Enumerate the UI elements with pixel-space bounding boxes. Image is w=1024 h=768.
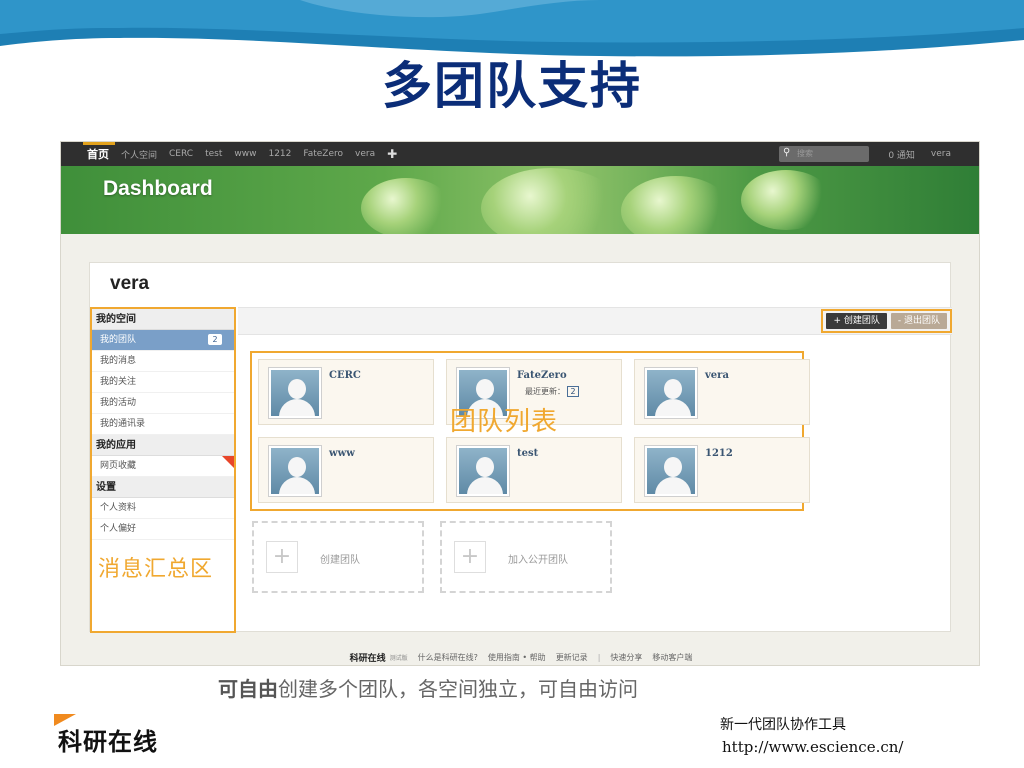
team-recent-updates: 最近更新： 2	[525, 386, 579, 397]
recent-update-count[interactable]: 2	[567, 386, 579, 397]
footer-beta-label: 测试版	[389, 654, 408, 662]
team-card-test[interactable]: test	[446, 437, 622, 503]
team-toolbar: + 创建团队 - 退出团队	[238, 307, 952, 335]
escience-logo: 科研在线	[54, 714, 194, 756]
nav-team-test[interactable]: test	[205, 149, 222, 159]
create-team-button[interactable]: + 创建团队	[826, 313, 887, 329]
sidebar-item-label: 网页收藏	[100, 461, 137, 471]
sidebar-item-my-activity[interactable]: 我的活动	[92, 393, 234, 414]
dashboard-panel: vera 我的空间 我的团队 2 我的消息 我的关注 我的活动 我的通讯录 我的…	[89, 262, 952, 633]
nav-team-cerc[interactable]: CERC	[169, 149, 193, 159]
sidebar-item-profile[interactable]: 个人资料	[92, 498, 234, 519]
slide-caption: 可自由创建多个团队，各空间独立，可自由访问	[218, 673, 638, 702]
banner-leaf-decoration	[741, 170, 831, 230]
banner-leaf-decoration	[361, 178, 451, 234]
footer-separator: |	[597, 652, 601, 662]
tagline: 新一代团队协作工具	[720, 717, 846, 733]
plus-icon[interactable]: ✚	[387, 147, 397, 161]
user-menu[interactable]: vera	[931, 149, 951, 159]
team-name[interactable]: FateZero	[517, 370, 567, 381]
nav-team-fatezero[interactable]: FateZero	[303, 149, 343, 159]
team-avatar-icon	[269, 368, 321, 418]
join-team-label: 加入公开团队	[508, 555, 568, 566]
team-card-cerc[interactable]: CERC	[258, 359, 434, 425]
recent-update-label: 最近更新：	[525, 387, 565, 396]
caption-emphasis: 可自由	[218, 677, 278, 701]
team-name[interactable]: test	[517, 448, 538, 459]
banner-leaf-decoration	[481, 168, 621, 234]
sidebar-heading-my-space: 我的空间	[92, 309, 234, 330]
profile-name: vera	[110, 273, 150, 294]
sidebar-item-label: 我的团队	[100, 335, 137, 345]
slide: 多团队支持 首页 个人空间 CERC test www 1212 FateZer…	[0, 0, 1024, 768]
toolbar-buttons: + 创建团队 - 退出团队	[821, 309, 952, 333]
app-screenshot: 首页 个人空间 CERC test www 1212 FateZero vera…	[60, 141, 980, 666]
nav-right: 0 通知 vera	[888, 142, 951, 166]
leave-team-button[interactable]: - 退出团队	[890, 313, 947, 329]
search-input[interactable]: ⚲ 搜索	[779, 146, 869, 162]
team-name[interactable]: vera	[705, 370, 729, 381]
plus-icon: +	[266, 541, 298, 573]
message-area-annotation: 消息汇总区	[98, 557, 214, 582]
dashboard-banner: Dashboard	[61, 166, 979, 234]
caption-text: 创建多个团队，各空间独立，可自由访问	[278, 677, 638, 701]
team-avatar-icon	[269, 446, 321, 496]
sidebar-item-bookmarks[interactable]: 网页收藏	[92, 456, 234, 477]
footer-link-mobile[interactable]: 移动客户端	[652, 652, 692, 663]
sidebar-item-my-contacts[interactable]: 我的通讯录	[92, 414, 234, 435]
sidebar-heading-my-apps: 我的应用	[92, 435, 234, 456]
slide-title: 多团队支持	[382, 57, 642, 115]
nav-team-1212[interactable]: 1212	[268, 149, 291, 159]
footer-link-guide[interactable]: 使用指南 • 帮助	[488, 652, 546, 663]
sidebar-item-preferences[interactable]: 个人偏好	[92, 519, 234, 540]
join-public-team-card[interactable]: + 加入公开团队	[440, 521, 612, 593]
team-avatar-icon	[457, 446, 509, 496]
team-list: CERC FateZero 最近更新： 2 vera www test 1212…	[250, 351, 810, 511]
banner-leaf-decoration	[621, 176, 731, 234]
sidebar-item-my-teams[interactable]: 我的团队 2	[92, 330, 234, 351]
team-avatar-icon	[645, 446, 697, 496]
sidebar-heading-settings: 设置	[92, 477, 234, 498]
team-card-vera[interactable]: vera	[634, 359, 810, 425]
footer-brand: 科研在线	[349, 653, 386, 664]
nav-items: 首页 个人空间 CERC test www 1212 FateZero vera…	[87, 142, 397, 166]
team-avatar-icon	[645, 368, 697, 418]
nav-team-vera[interactable]: vera	[355, 149, 375, 159]
team-name[interactable]: 1212	[705, 448, 733, 459]
sidebar: 我的空间 我的团队 2 我的消息 我的关注 我的活动 我的通讯录 我的应用 网页…	[90, 307, 236, 633]
nav-home[interactable]: 首页	[87, 146, 109, 162]
team-card-www[interactable]: www	[258, 437, 434, 503]
sidebar-item-my-messages[interactable]: 我的消息	[92, 351, 234, 372]
footer-link-changelog[interactable]: 更新记录	[556, 652, 588, 663]
team-card-1212[interactable]: 1212	[634, 437, 810, 503]
top-navigation-bar: 首页 个人空间 CERC test www 1212 FateZero vera…	[61, 142, 979, 166]
nav-team-www[interactable]: www	[234, 149, 256, 159]
banner-title: Dashboard	[103, 177, 213, 200]
footer-link-share[interactable]: 快速分享	[610, 652, 642, 663]
sidebar-item-my-following[interactable]: 我的关注	[92, 372, 234, 393]
create-team-label: 创建团队	[320, 555, 360, 566]
team-name[interactable]: www	[329, 448, 355, 459]
nav-personal-space[interactable]: 个人空间	[121, 148, 157, 161]
team-list-annotation: 团队列表	[450, 407, 559, 437]
team-name[interactable]: CERC	[329, 370, 361, 381]
search-placeholder: 搜索	[797, 149, 813, 158]
new-flag-icon	[222, 456, 234, 468]
logo-text: 科研在线	[58, 728, 158, 756]
create-team-card[interactable]: + 创建团队	[252, 521, 424, 593]
search-icon: ⚲	[783, 147, 791, 158]
website-url: http://www.escience.cn/	[722, 738, 904, 756]
footer-link-about[interactable]: 什么是科研在线?	[418, 652, 478, 663]
count-badge: 2	[208, 334, 222, 345]
plus-icon: +	[454, 541, 486, 573]
notifications-link[interactable]: 0 通知	[888, 148, 915, 161]
app-footer: 科研在线 测试版 什么是科研在线? 使用指南 • 帮助 更新记录 | 快速分享 …	[61, 647, 979, 665]
